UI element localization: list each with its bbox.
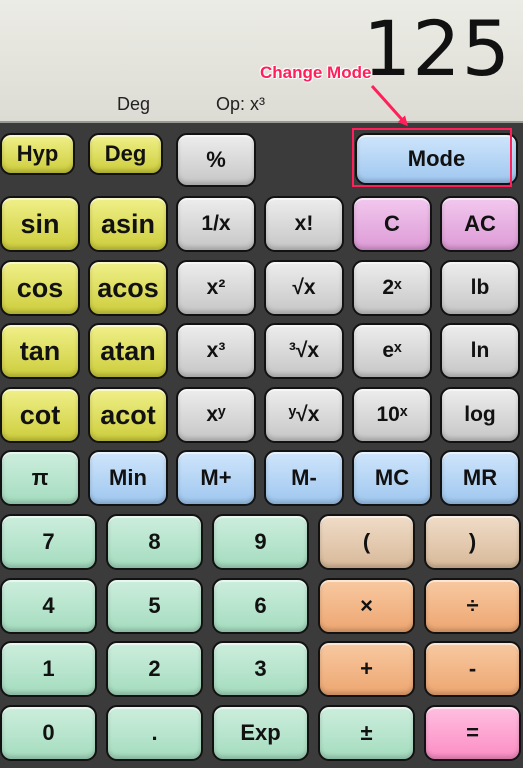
digit-2-button[interactable]: 2 [106,641,203,697]
cube-button[interactable]: x³ [176,323,256,379]
display-value: 125 [362,4,511,93]
operation-indicator: Op: x³ [216,94,266,114]
digit-7-button[interactable]: 7 [0,514,97,570]
open-paren-button[interactable]: ( [318,514,415,570]
memory-recall-button[interactable]: MR [440,450,520,506]
deg-button[interactable]: Deg [88,133,163,175]
ln-button[interactable]: ln [440,323,520,379]
memory-minus-button[interactable]: M- [264,450,344,506]
digit-8-button[interactable]: 8 [106,514,203,570]
digit-3-button[interactable]: 3 [212,641,309,697]
sqrt-button[interactable]: √x [264,260,344,316]
pi-button[interactable]: π [0,450,80,506]
percent-button[interactable]: % [176,133,256,187]
power-button[interactable]: xʸ [176,387,256,443]
hyp-button[interactable]: Hyp [0,133,75,175]
exp-e-button[interactable]: eˣ [352,323,432,379]
reciprocal-button[interactable]: 1/x [176,196,256,252]
plus-minus-button[interactable]: ± [318,705,415,761]
log-button[interactable]: log [440,387,520,443]
acos-button[interactable]: acos [88,260,168,316]
digit-0-button[interactable]: 0 [0,705,97,761]
minus-button[interactable]: - [424,641,521,697]
mode-button[interactable]: Mode [355,133,518,185]
close-paren-button[interactable]: ) [424,514,521,570]
cbrt-button[interactable]: ³√x [264,323,344,379]
plus-button[interactable]: + [318,641,415,697]
factorial-button[interactable]: x! [264,196,344,252]
square-button[interactable]: x² [176,260,256,316]
digit-1-button[interactable]: 1 [0,641,97,697]
digit-5-button[interactable]: 5 [106,578,203,634]
change-mode-annotation: Change Mode [260,63,372,82]
asin-button[interactable]: asin [88,196,168,252]
pow10-button[interactable]: 10ˣ [352,387,432,443]
yroot-button[interactable]: ʸ√x [264,387,344,443]
digit-9-button[interactable]: 9 [212,514,309,570]
multiply-button[interactable]: × [318,578,415,634]
divide-button[interactable]: ÷ [424,578,521,634]
memory-plus-button[interactable]: M+ [176,450,256,506]
digit-6-button[interactable]: 6 [212,578,309,634]
digit-4-button[interactable]: 4 [0,578,97,634]
exp-button[interactable]: Exp [212,705,309,761]
sin-button[interactable]: sin [0,196,80,252]
pow2-button[interactable]: 2ˣ [352,260,432,316]
acot-button[interactable]: acot [88,387,168,443]
calculator-display: 125 Deg Op: x³ [0,0,523,123]
all-clear-button[interactable]: AC [440,196,520,252]
cot-button[interactable]: cot [0,387,80,443]
lb-button[interactable]: lb [440,260,520,316]
memory-clear-button[interactable]: MC [352,450,432,506]
equals-button[interactable]: = [424,705,521,761]
cos-button[interactable]: cos [0,260,80,316]
angle-mode-indicator: Deg [117,94,151,114]
atan-button[interactable]: atan [88,323,168,379]
decimal-button[interactable]: . [106,705,203,761]
tan-button[interactable]: tan [0,323,80,379]
clear-button[interactable]: C [352,196,432,252]
memory-in-button[interactable]: Min [88,450,168,506]
